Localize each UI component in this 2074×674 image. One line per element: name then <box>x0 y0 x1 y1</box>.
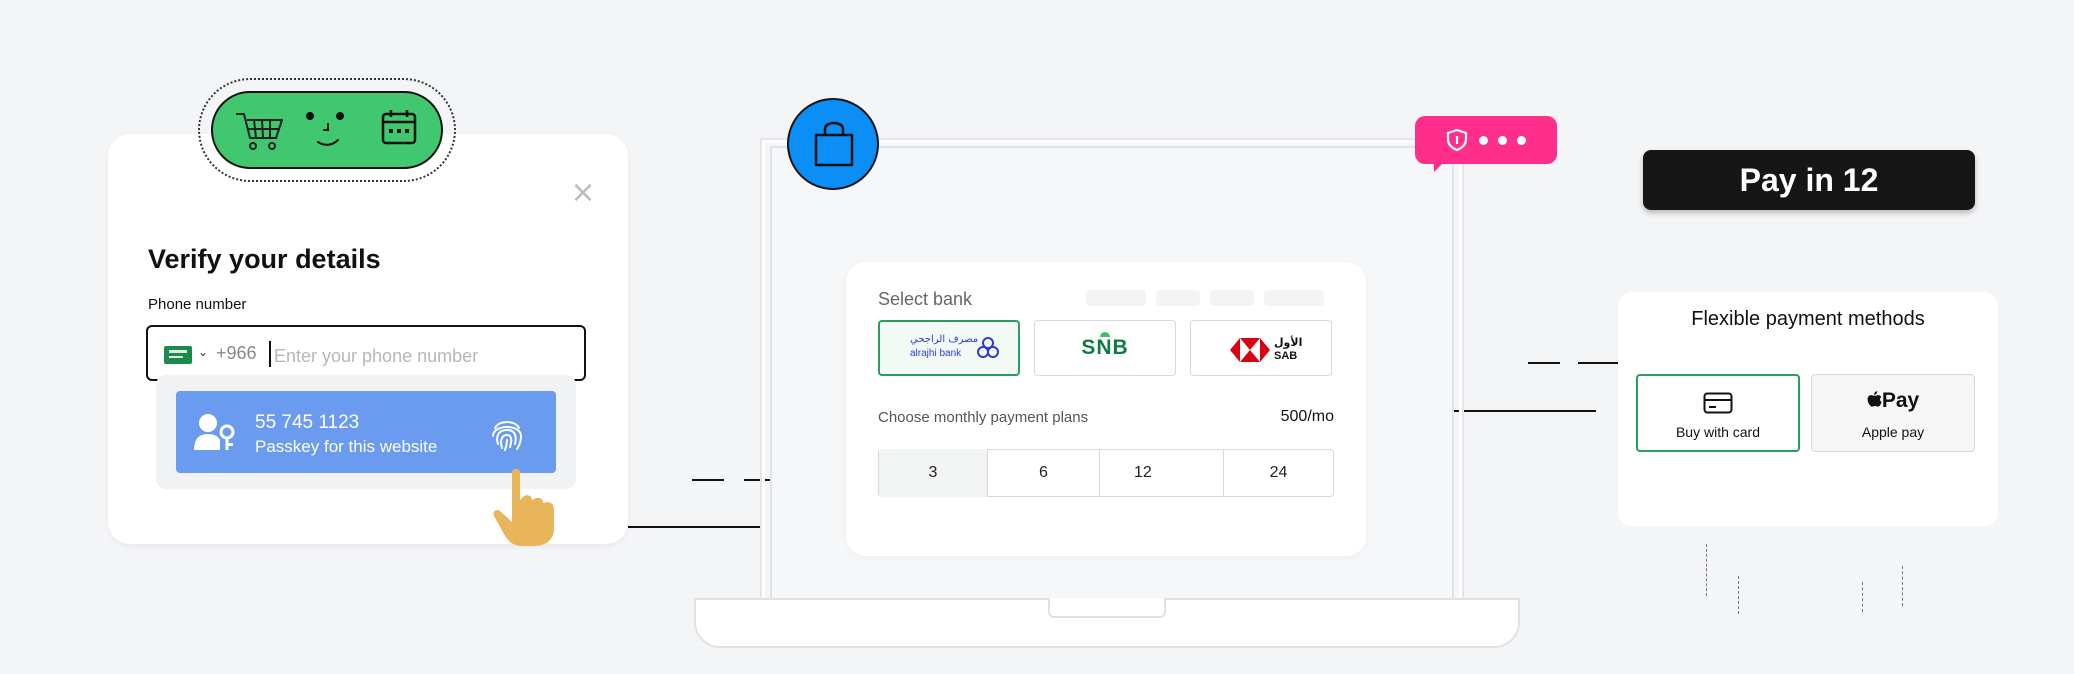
sab-arabic-name: الأول <box>1274 336 1303 349</box>
connector-vertical-dash <box>1902 566 1903 606</box>
calendar-icon <box>381 110 417 145</box>
snb-logo-mark <box>1100 332 1110 337</box>
fingerprint-icon <box>492 421 523 451</box>
alrajhi-emblem-icon <box>977 337 999 358</box>
chevron-down-icon[interactable]: ⌄ <box>198 345 208 359</box>
apple-pay-option[interactable] <box>1811 374 1975 452</box>
country-code[interactable]: +966 <box>216 343 257 364</box>
connector-dash <box>1578 362 1620 364</box>
laptop-notch <box>1048 598 1166 618</box>
payment-plans-label: Choose monthly payment plans <box>878 409 1089 426</box>
payment-methods-title: Flexible payment methods <box>1691 308 1925 330</box>
alrajhi-arabic-name: مصرف الراجحي <box>910 334 979 345</box>
credit-card-icon <box>1703 392 1733 414</box>
apple-pay-logo: Pay <box>1811 389 1975 413</box>
dot <box>1498 136 1507 145</box>
passkey-subtitle: Passkey for this website <box>255 437 438 456</box>
sab-english-name: SAB <box>1274 350 1298 362</box>
snb-logo: SNB <box>1081 336 1129 359</box>
placeholder-bar <box>1086 290 1146 306</box>
phone-number-label: Phone number <box>148 296 247 313</box>
dot <box>1517 136 1526 145</box>
dot <box>1479 136 1488 145</box>
connector-vertical-dash <box>1738 576 1739 614</box>
connector-line <box>628 526 764 528</box>
connector-vertical-dash <box>1706 544 1707 596</box>
pay-in-12-button[interactable]: Pay in 12 <box>1643 150 1975 210</box>
placeholder-bar <box>1210 290 1254 306</box>
plan-option-24[interactable]: 24 <box>1223 449 1333 497</box>
monthly-amount: 500/mo <box>1280 408 1334 425</box>
sab-hexagon-icon <box>1230 338 1270 362</box>
plan-option-12[interactable]: 12 <box>1099 449 1223 497</box>
verify-title: Verify your details <box>148 244 381 274</box>
apple-logo-icon <box>1867 391 1882 407</box>
select-bank-label: Select bank <box>878 289 973 309</box>
alrajhi-bank-logo: مصرف الراجحي alrajhi bank <box>878 320 1020 376</box>
close-button[interactable]: × <box>570 178 596 208</box>
placeholder-bar <box>1156 290 1200 306</box>
buy-with-card-label: Buy with card <box>1675 424 1761 440</box>
pointing-hand-icon <box>493 469 554 546</box>
plan-option-6[interactable]: 6 <box>987 449 1099 497</box>
apple-pay-label: Apple pay <box>1861 424 1925 440</box>
phone-number-input[interactable] <box>272 340 576 372</box>
alrajhi-english-name: alrajhi bank <box>910 348 962 359</box>
placeholder-bar <box>1264 290 1324 306</box>
text-caret <box>269 341 271 367</box>
shopping-cart-icon <box>236 113 283 150</box>
plan-option-3[interactable]: 3 <box>879 449 987 497</box>
apple-pay-logo-text: Pay <box>1881 389 1920 412</box>
saudi-arabia-flag-icon[interactable] <box>164 346 192 364</box>
passkey-phone-number: 55 745 1123 <box>255 412 360 433</box>
connector-vertical-dash <box>1862 582 1863 612</box>
user-key-icon <box>194 414 235 450</box>
shopping-bag-icon <box>814 121 854 167</box>
shield-icon <box>1446 128 1468 152</box>
smiley-face-icon <box>306 112 344 146</box>
bubble-tail <box>1434 158 1448 172</box>
connector-dash <box>692 479 724 481</box>
connector-dash <box>1528 362 1560 364</box>
